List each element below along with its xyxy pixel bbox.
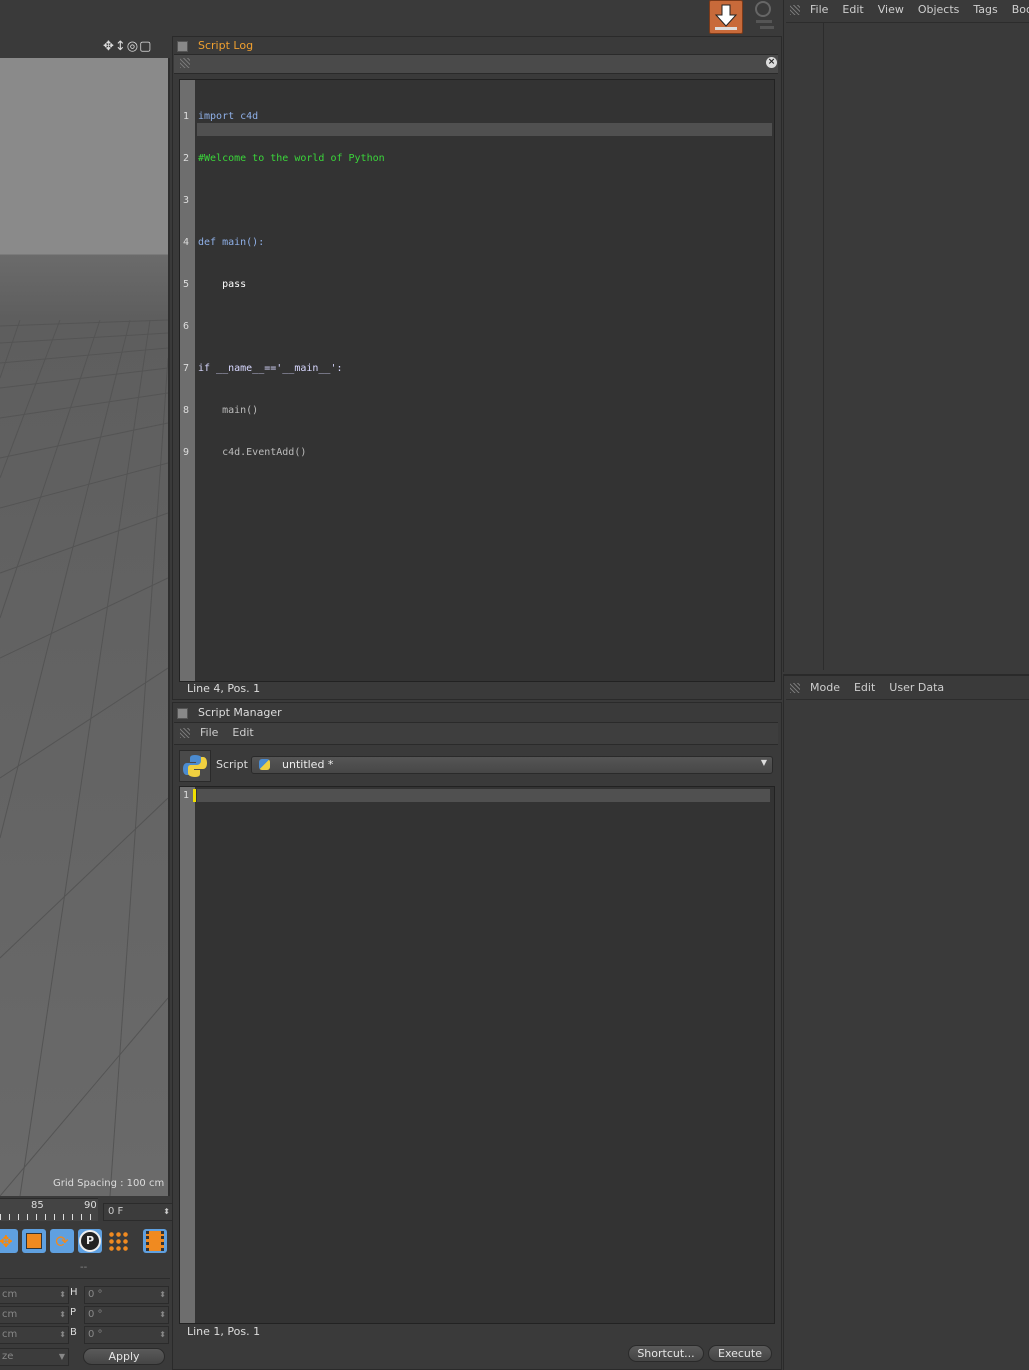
script-log-status: Line 4, Pos. 1 [187,682,261,695]
layout-toggle-icon[interactable] [748,0,778,32]
point-level-icon[interactable] [106,1229,130,1253]
render-download-icon[interactable] [709,0,743,34]
script-log-title: Script Log [198,39,254,52]
frame-field[interactable]: 0 F ⬍ [103,1203,173,1221]
menu-view[interactable]: View [878,3,904,16]
script-manager-title: Script Manager [198,706,282,719]
code-line: 7 if __name__=='__main__': [183,363,343,374]
script-manager-status: Line 1, Pos. 1 [187,1325,261,1338]
viewport-3d[interactable] [0,58,170,1196]
menu-objects[interactable]: Objects [918,3,960,16]
code-lines: 1 import c4d 2 #Welcome to the world of Py… [180,82,385,488]
code-line: 1 import c4d [183,111,259,122]
line-number: 1 [183,790,190,801]
menu-file[interactable]: File [810,3,828,16]
menu-user-data[interactable]: User Data [889,681,944,694]
shortcut-button[interactable]: Shortcut... [628,1345,704,1362]
script-editor[interactable]: 1 [179,786,775,1324]
menu-file[interactable]: File [200,726,218,739]
axis-label-p: P [70,1307,77,1318]
script-manager-menu: File Edit [200,726,268,739]
timeline-ticks [0,1214,98,1220]
attributes-menu: Mode Edit User Data [810,681,958,694]
panel-grip-icon[interactable] [790,683,800,693]
timeline-tick-90: 90 [84,1200,97,1211]
object-list-divider[interactable] [823,22,824,670]
position-x-field[interactable]: cm ⬍ [0,1286,69,1304]
rotation-h-field[interactable]: 0 ° ⬍ [84,1286,169,1304]
script-log-editor[interactable]: 1 import c4d 2 #Welcome to the world of Py… [179,79,775,682]
menu-tags[interactable]: Tags [973,3,997,16]
execute-button[interactable]: Execute [708,1345,772,1362]
line-number-gutter [180,787,195,1323]
code-line: 9 c4d.EventAdd() [183,447,307,458]
current-line-highlight [197,789,770,802]
code-line: 8 main() [183,405,259,416]
script-log-toolbar [174,54,778,74]
menu-mode[interactable]: Mode [810,681,840,694]
coords-divider [0,1278,170,1279]
timeline-tick-85: 85 [31,1200,44,1211]
code-line: 6 [183,321,190,332]
position-z-field[interactable]: cm ⬍ [0,1326,69,1344]
menu-edit[interactable]: Edit [854,681,875,694]
rotation-b-field[interactable]: 0 ° ⬍ [84,1326,169,1344]
axis-label-h: H [70,1287,78,1298]
chevron-down-icon: ▼ [760,758,767,767]
position-y-field[interactable]: cm ⬍ [0,1306,69,1324]
script-dropdown[interactable]: untitled * ▼ [251,756,773,774]
scale-icon[interactable] [22,1229,46,1253]
move-icon[interactable]: ✥ [0,1229,18,1253]
python-logo-icon[interactable] [179,750,211,782]
script-dropdown-value: untitled * [282,758,334,771]
apply-button[interactable]: Apply [83,1348,165,1365]
menu-edit[interactable]: Edit [232,726,253,739]
code-line: 2 #Welcome to the world of Python [183,153,385,164]
menu-edit[interactable]: Edit [842,3,863,16]
rotation-p-field[interactable]: 0 ° ⬍ [84,1306,169,1324]
text-cursor [193,789,196,802]
parameter-icon[interactable]: P [78,1229,102,1253]
panel-toggle-icon[interactable] [177,708,188,719]
object-manager-panel [783,0,1029,672]
object-manager-menu: File Edit View Objects Tags Bookm [810,3,1029,16]
code-line: 4 def main(): [183,237,265,248]
code-line: 5 pass [183,279,247,290]
panel-grip-icon[interactable] [790,5,800,15]
panel-grip-icon[interactable] [180,58,190,68]
script-label: Script [216,758,248,771]
top-toolbar [0,0,782,36]
attributes-panel [783,674,1029,1370]
film-strip-icon[interactable] [143,1229,167,1253]
axis-label-b: B [70,1327,77,1338]
close-icon[interactable]: × [766,57,777,68]
viewport-nav-icons[interactable]: ✥↕◎▢ [103,39,152,54]
panel-grip-icon[interactable] [180,728,190,738]
coords-separator: -- [80,1262,88,1273]
menu-bookmarks[interactable]: Bookm [1012,3,1029,16]
python-small-icon [259,759,270,770]
grid-spacing-label: Grid Spacing : 100 cm [53,1178,165,1189]
panel-toggle-icon[interactable] [177,41,188,52]
attributes-border [786,699,1029,700]
object-manager-border [786,22,1029,23]
code-line: 3 [183,195,190,206]
rotate-icon[interactable]: ⟳ [50,1229,74,1253]
timeline-ruler[interactable]: 85 90 [0,1198,98,1221]
size-mode-dropdown[interactable]: ze ▼ [0,1348,69,1366]
